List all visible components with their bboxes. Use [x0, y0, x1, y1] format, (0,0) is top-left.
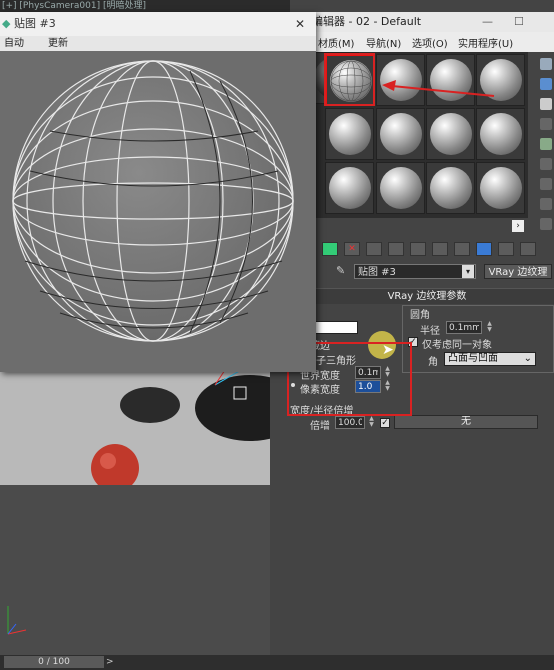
sample-slot[interactable]	[476, 108, 525, 160]
material-editor-title: 编辑器 - 02 - Default	[312, 15, 422, 28]
map-name-dropdown-icon[interactable]: ▾	[462, 265, 474, 278]
chevron-down-icon: ⌄	[523, 353, 532, 364]
sample-type-icon[interactable]	[540, 58, 552, 70]
sample-slot[interactable]	[376, 108, 425, 160]
rounded-corners-label: 圆角	[410, 310, 430, 321]
sample-slot[interactable]	[426, 162, 475, 214]
radius-label: 半径	[420, 326, 440, 337]
minimize-icon[interactable]: —	[482, 12, 493, 32]
corners-dropdown-value: 凸面与凹面	[448, 353, 498, 364]
close-icon[interactable]: ✕	[295, 12, 305, 36]
radius-input[interactable]	[446, 321, 482, 334]
teapot-lid-object	[120, 387, 180, 423]
timeline-slider[interactable]: 0 / 100	[4, 656, 104, 668]
multiplier-label: 倍增	[310, 421, 330, 432]
sample-slot[interactable]	[325, 162, 374, 214]
background-icon[interactable]	[540, 98, 552, 110]
menu-material[interactable]: 材质(M)	[318, 35, 354, 50]
select-by-material-icon[interactable]	[540, 198, 552, 210]
material-editor-menubar: 材质(M) 导航(N) 选项(O) 实用程序(U)	[310, 32, 554, 52]
put-to-library-icon[interactable]	[388, 242, 404, 256]
viewport-lower[interactable]	[0, 485, 270, 657]
timeline-next-icon[interactable]: >	[106, 656, 116, 668]
multiplier-map-button[interactable]: 无	[394, 415, 538, 429]
multiplier-input[interactable]	[335, 416, 365, 429]
radius-spinner-icon[interactable]: ▲ ▼	[486, 321, 493, 334]
pick-material-icon[interactable]	[520, 242, 536, 256]
material-editor-titlebar: 编辑器 - 02 - Default — ☐	[310, 12, 554, 32]
show-shaded-icon[interactable]	[432, 242, 448, 256]
material-editor-toolbar: ✕	[310, 238, 554, 260]
options-icon[interactable]	[540, 178, 552, 190]
texture-preview-canvas	[0, 51, 316, 372]
material-id-icon[interactable]	[410, 242, 426, 256]
make-unique-icon[interactable]	[366, 242, 382, 256]
app-icon: ◆	[2, 17, 11, 30]
go-to-parent-icon[interactable]	[476, 242, 492, 256]
sample-slot[interactable]	[476, 162, 525, 214]
edge-color-swatch[interactable]	[312, 321, 358, 334]
map-type-button[interactable]: VRay 边纹理	[484, 264, 552, 279]
backlight-icon[interactable]	[540, 78, 552, 90]
texture-window-menubar: 自动 更新	[0, 36, 316, 52]
teapot-object	[195, 375, 270, 441]
video-color-check-icon[interactable]	[540, 138, 552, 150]
eyedropper-icon[interactable]: ✎	[336, 264, 350, 278]
texture-window-title: 贴图 #3	[14, 17, 56, 30]
rollout-header[interactable]: VRay 边纹理参数	[300, 288, 554, 305]
same-object-label[interactable]: 仅考虑同一对象	[422, 336, 492, 351]
maximize-icon[interactable]: ☐	[514, 12, 524, 32]
sample-slot[interactable]	[426, 108, 475, 160]
menu-options[interactable]: 选项(O)	[412, 35, 448, 50]
corners-dropdown[interactable]: 凸面与凹面 ⌄	[444, 352, 536, 366]
delete-icon[interactable]: ✕	[344, 242, 360, 256]
material-map-navigator-icon[interactable]	[540, 218, 552, 230]
axis-gizmo-icon	[7, 606, 27, 635]
scroll-right-icon[interactable]: ›	[512, 220, 524, 232]
menu-update[interactable]: 更新	[48, 36, 68, 52]
multiplier-checkbox[interactable]: ✓	[380, 418, 390, 428]
corners-label: 角	[428, 357, 438, 368]
uv-tiling-icon[interactable]	[540, 118, 552, 130]
go-forward-sibling-icon[interactable]	[498, 242, 514, 256]
annotation-arrow	[382, 80, 495, 97]
viewport-canvas[interactable]	[0, 365, 270, 485]
menu-utilities[interactable]: 实用程序(U)	[458, 35, 513, 50]
get-material-icon[interactable]	[322, 242, 338, 256]
viewport-scene	[91, 365, 270, 485]
wireframe-sphere-icon	[12, 60, 294, 342]
menu-navigation[interactable]: 导航(N)	[366, 35, 401, 50]
map-name-input[interactable]: 贴图 #3	[354, 264, 476, 279]
viewport-label[interactable]: [+] [PhysCamera001] [明暗处理]	[0, 0, 290, 12]
menu-auto[interactable]: 自动	[4, 36, 24, 51]
sample-slot[interactable]	[376, 162, 425, 214]
show-end-result-icon[interactable]	[454, 242, 470, 256]
multiplier-spinner-icon[interactable]: ▲ ▼	[368, 416, 375, 429]
texture-window-titlebar[interactable]: ◆ 贴图 #3 ✕	[0, 12, 316, 36]
make-preview-icon[interactable]	[540, 158, 552, 170]
sample-slot[interactable]	[325, 108, 374, 160]
annotation-slot-box	[324, 53, 375, 106]
